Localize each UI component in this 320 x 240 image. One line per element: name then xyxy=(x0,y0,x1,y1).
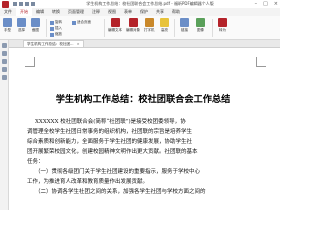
tab-help[interactable]: 帮助 xyxy=(168,8,184,16)
print-icon[interactable] xyxy=(19,2,23,6)
select-icon xyxy=(17,18,26,27)
maximize-button[interactable]: □ xyxy=(263,0,268,8)
ribbon-separator xyxy=(212,19,213,37)
save-icon[interactable] xyxy=(13,2,17,6)
crop-mark-left xyxy=(25,57,35,67)
tab-share[interactable]: 共享 xyxy=(152,8,168,16)
paragraph-line: （二）协调各学生社团之间的关系，加强各学生社团与学校方面之间的 xyxy=(35,189,206,195)
screenshot-icon xyxy=(31,18,40,27)
close-button[interactable]: × xyxy=(274,0,278,8)
edit-object-icon xyxy=(128,18,138,27)
tab-page-organize[interactable]: 页面管理 xyxy=(64,8,88,16)
fit-page-icon xyxy=(72,20,76,25)
edit-text-icon xyxy=(110,18,120,27)
edit-text-button[interactable]: 编辑文本 xyxy=(108,18,122,33)
ribbon-separator xyxy=(104,19,105,37)
redo-icon[interactable] xyxy=(31,2,35,6)
app-logo xyxy=(2,0,9,8)
paragraph-line: （一）贯彻各级团门关于学生社团建设的重要指示，服务于学校中心 xyxy=(35,169,201,175)
minimize-button[interactable]: – xyxy=(255,0,258,8)
ribbon-separator xyxy=(174,19,175,37)
tab-view[interactable]: 视图 xyxy=(104,8,120,16)
layers-icon[interactable] xyxy=(2,59,7,64)
crop-mark-right xyxy=(256,57,266,67)
zoom-icon xyxy=(50,32,54,37)
tab-file[interactable]: 文件 xyxy=(0,8,16,16)
document-title: 学生机构工作总结：校社团联合会工作总结 xyxy=(55,94,231,105)
tab-form[interactable]: 表单 xyxy=(120,8,136,16)
link-icon xyxy=(180,18,189,27)
left-nav-panel xyxy=(0,40,9,210)
convert-button[interactable]: 转为 xyxy=(218,18,227,33)
highlight-icon xyxy=(160,18,169,27)
bookmark-icon[interactable] xyxy=(2,43,7,48)
ribbon-tabs: 文件 开始 编辑 转换 页面管理 注释 视图 表单 保护 共享 帮助 xyxy=(0,7,280,17)
ribbon-separator xyxy=(46,19,47,37)
highlight-button[interactable]: 高亮 xyxy=(160,18,169,33)
ribbon-toolbar: 手型 选择 截图 旋转 插入 缩放 适合页面 编辑文本 编辑对象 打字机 高亮 … xyxy=(0,16,280,40)
screenshot-button[interactable]: 截图 xyxy=(31,18,40,33)
document-page[interactable]: 学生机构工作总结：校社团联合会工作总结 XXXXXX 校社团联合会(简称“社团联… xyxy=(9,49,280,210)
quick-access-toolbar xyxy=(13,2,35,6)
rotate-button[interactable]: 旋转 xyxy=(50,20,62,25)
insert-icon xyxy=(50,26,54,31)
hand-tool-button[interactable]: 手型 xyxy=(3,18,12,33)
select-tool-button[interactable]: 选择 xyxy=(17,18,26,33)
tab-edit[interactable]: 编辑 xyxy=(32,8,48,16)
attachment-icon[interactable] xyxy=(2,75,7,80)
window-title: 学生机构工作总结：校社团联合会工作总结.pdf - 福昕PDF编辑器个人版 xyxy=(86,1,214,6)
typewriter-icon xyxy=(144,18,154,27)
rotate-icon xyxy=(50,20,54,25)
convert-icon xyxy=(218,18,227,27)
edit-object-button[interactable]: 编辑对象 xyxy=(126,18,140,33)
tab-convert[interactable]: 转换 xyxy=(48,8,64,16)
paragraph-line: XXXXXX 校社团联合会(简称“社团联”)是接受校团委领导，协 xyxy=(35,119,186,125)
tab-comment[interactable]: 注释 xyxy=(88,8,104,16)
insert-button[interactable]: 插入 xyxy=(50,26,62,31)
paragraph-line: 调管理全校学生社团日常事务的组织机构，社团联的宗旨是培养学生 xyxy=(27,129,193,135)
document-tab[interactable]: 学生机构工作总结：校社团... × xyxy=(23,40,84,47)
tab-protect[interactable]: 保护 xyxy=(136,8,152,16)
paragraph-line: 任务： xyxy=(27,159,44,165)
typewriter-button[interactable]: 打字机 xyxy=(144,18,155,33)
comments-icon[interactable] xyxy=(2,67,7,72)
title-bar: 学生机构工作总结：校社团联合会工作总结.pdf - 福昕PDF编辑器个人版 – … xyxy=(0,0,280,8)
zoom-button[interactable]: 缩放 xyxy=(50,32,62,37)
close-tab-icon[interactable]: × xyxy=(77,41,80,47)
undo-icon[interactable] xyxy=(25,2,29,6)
paragraph-line: 工作，为推进育人改革和教育质量作出发展贡献。 xyxy=(27,179,149,185)
image-button[interactable]: 图像 xyxy=(196,18,205,33)
document-tab-label: 学生机构工作总结：校社团... xyxy=(27,42,74,46)
paragraph-line: 综合素质和创新能力，全面服务于学生社团的健康发展，协助学生社 xyxy=(27,139,193,145)
fit-page-button[interactable]: 适合页面 xyxy=(72,20,91,25)
link-button[interactable]: 链接 xyxy=(180,18,189,33)
thumbnail-icon[interactable] xyxy=(2,51,7,56)
image-icon xyxy=(196,18,205,27)
hand-icon xyxy=(3,18,12,27)
document-tab-bar: 学生机构工作总结：校社团... × xyxy=(9,40,280,48)
paragraph-line: 团开展繁荣校园文化，创建校园精神文明作出更大贡献。社团联的基本 xyxy=(27,149,198,155)
